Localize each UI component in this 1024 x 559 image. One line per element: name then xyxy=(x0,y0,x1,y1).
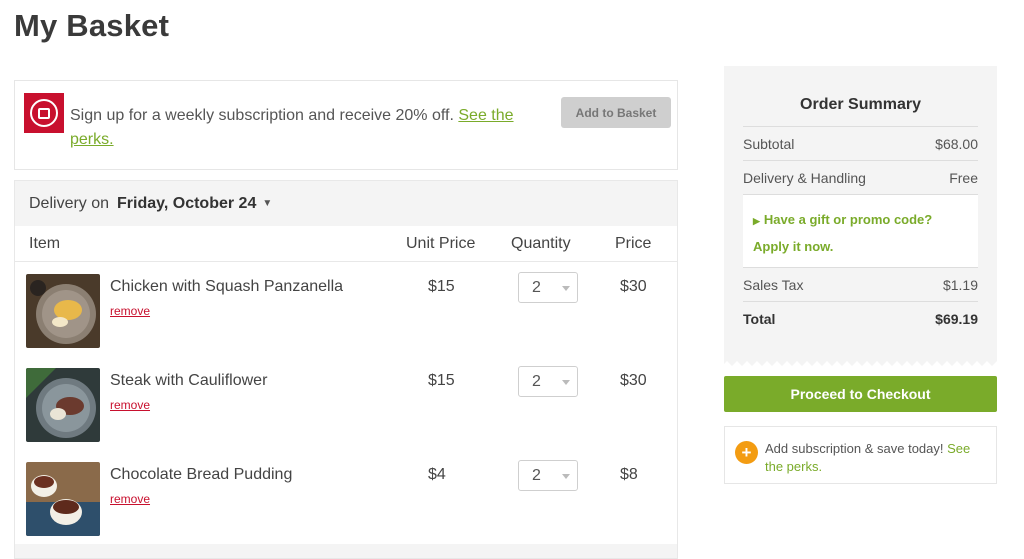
delivery-bar: Delivery on Friday, October 24 ▼ xyxy=(15,181,677,226)
total-value: $69.19 xyxy=(935,310,978,327)
sales-tax-label: Sales Tax xyxy=(743,276,804,293)
basket-panel: Delivery on Friday, October 24 ▼ Item Un… xyxy=(14,180,678,559)
receipt-edge xyxy=(724,359,997,366)
promo-code-toggle[interactable]: ▶ Have a gift or promo code? xyxy=(753,207,968,234)
line-price: $30 xyxy=(620,278,647,295)
remove-link[interactable]: remove xyxy=(110,492,150,506)
promo-message: Sign up for a weekly subscription and re… xyxy=(70,104,530,152)
triangle-right-icon: ▶ xyxy=(753,216,760,226)
chevron-down-icon xyxy=(562,380,570,385)
delivery-date-dropdown[interactable]: Friday, October 24 xyxy=(117,195,256,213)
add-to-basket-button[interactable]: Add to Basket xyxy=(561,97,671,128)
basket-row: Chocolate Bread Pudding remove $4 2 $8 xyxy=(15,450,677,544)
basket-footer-strip xyxy=(15,544,677,558)
column-header-unit-price: Unit Price xyxy=(406,235,476,252)
chevron-down-icon xyxy=(562,286,570,291)
apply-promo-link[interactable]: Apply it now. xyxy=(753,234,968,259)
plus-circle-icon[interactable]: + xyxy=(735,441,758,464)
proceed-to-checkout-button[interactable]: Proceed to Checkout xyxy=(724,376,997,412)
line-price: $30 xyxy=(620,372,647,389)
subscription-text: Add subscription & save today! xyxy=(765,441,944,456)
promo-question: Have a gift or promo code? xyxy=(763,212,933,227)
quantity-select[interactable]: 2 xyxy=(518,366,578,397)
subscription-promo: Sign up for a weekly subscription and re… xyxy=(14,80,678,170)
unit-price: $15 xyxy=(428,278,455,295)
table-header: Item Unit Price Quantity Price xyxy=(15,226,677,262)
quantity-value: 2 xyxy=(532,467,541,484)
item-name: Chocolate Bread Pudding xyxy=(110,466,293,483)
basket-row: Steak with Cauliflower remove $15 2 $30 xyxy=(15,356,677,450)
caret-down-icon[interactable]: ▼ xyxy=(262,198,272,209)
delivery-label: Delivery on xyxy=(29,194,110,212)
quantity-select[interactable]: 2 xyxy=(518,272,578,303)
column-header-item: Item xyxy=(29,235,61,252)
delivery-row: Delivery & Handling Free xyxy=(743,160,978,194)
chevron-down-icon xyxy=(562,474,570,479)
delivery-handling-value: Free xyxy=(949,169,978,186)
quantity-value: 2 xyxy=(532,373,541,390)
sales-tax-value: $1.19 xyxy=(942,276,978,293)
promo-code-box: ▶ Have a gift or promo code? Apply it now… xyxy=(743,194,978,268)
page-title: My Basket xyxy=(14,8,170,43)
subtotal-label: Subtotal xyxy=(743,135,795,152)
basket-row: Chicken with Squash Panzanella remove $1… xyxy=(15,262,677,356)
subtotal-row: Subtotal $68.00 xyxy=(743,126,978,160)
order-summary-title: Order Summary xyxy=(800,96,921,113)
item-thumbnail xyxy=(26,368,100,442)
item-thumbnail xyxy=(26,462,100,536)
subtotal-value: $68.00 xyxy=(935,135,978,152)
remove-link[interactable]: remove xyxy=(110,304,150,318)
column-header-quantity: Quantity xyxy=(511,235,571,252)
total-label: Total xyxy=(743,310,776,327)
remove-link[interactable]: remove xyxy=(110,398,150,412)
subscription-card: + Add subscription & save today! See the… xyxy=(724,426,997,484)
item-thumbnail xyxy=(26,274,100,348)
quantity-value: 2 xyxy=(532,279,541,296)
promo-text: Sign up for a weekly subscription and re… xyxy=(70,107,454,124)
order-summary: Order Summary Subtotal $68.00 Delivery &… xyxy=(724,66,997,366)
item-name: Chicken with Squash Panzanella xyxy=(110,278,344,295)
line-price: $8 xyxy=(620,466,638,483)
unit-price: $15 xyxy=(428,372,455,389)
total-row: Total $69.19 xyxy=(743,301,978,335)
delivery-handling-label: Delivery & Handling xyxy=(743,169,866,186)
quantity-select[interactable]: 2 xyxy=(518,460,578,491)
subscription-message: Add subscription & save today! See the p… xyxy=(765,440,985,476)
unit-price: $4 xyxy=(428,466,446,483)
item-name: Steak with Cauliflower xyxy=(110,372,268,389)
sales-tax-row: Sales Tax $1.19 xyxy=(743,267,978,301)
column-header-price: Price xyxy=(615,235,652,252)
subscription-box-icon xyxy=(24,93,64,133)
